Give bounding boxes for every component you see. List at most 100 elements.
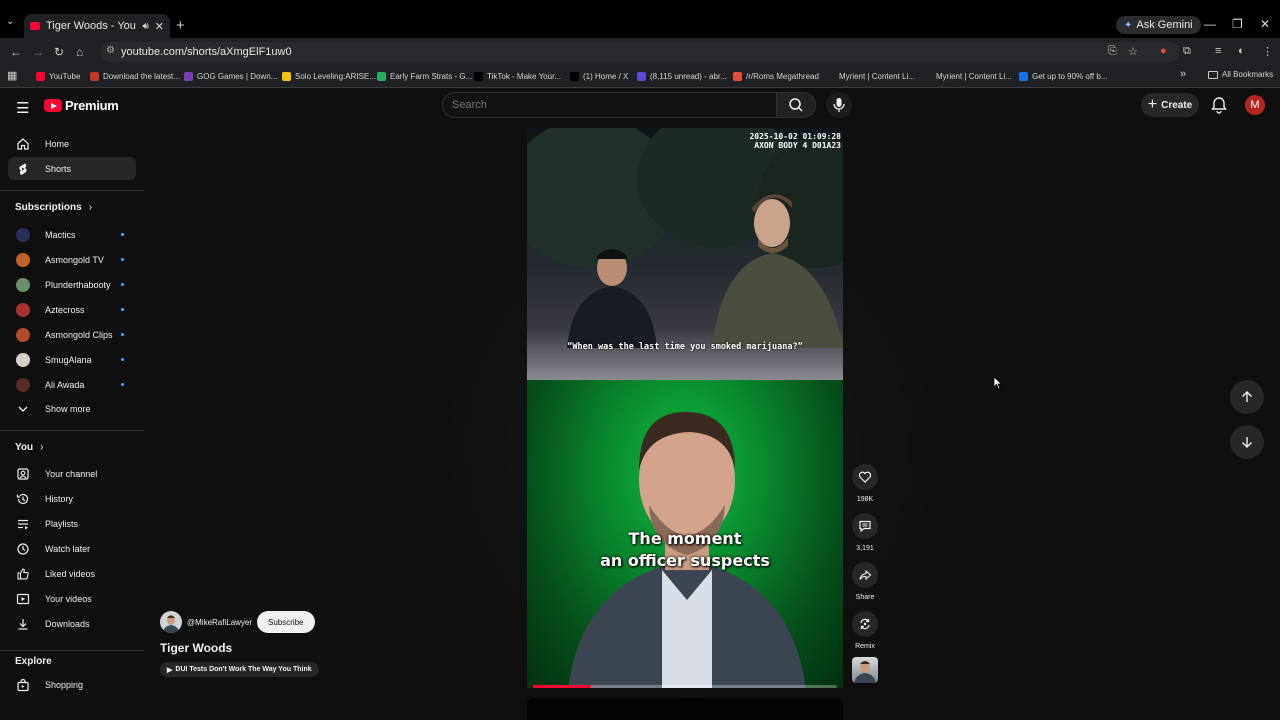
bookmark-item[interactable]: Download the latest...	[90, 69, 180, 83]
bookmark-favicon-icon	[923, 71, 932, 81]
subscriptions-header[interactable]: Subscriptions ›	[15, 202, 92, 213]
extensions-puzzle-icon[interactable]: ⧉	[1183, 45, 1191, 58]
all-bookmarks-label: All Bookmarks	[1222, 70, 1274, 79]
sidebar-item-your-videos[interactable]: Your videos	[8, 587, 136, 610]
bookmark-item[interactable]: /r/Roms Megathread	[733, 69, 819, 83]
sidebar-subscription-item[interactable]: Asmongold Clips	[8, 323, 136, 346]
sidebar-item-playlists[interactable]: Playlists	[8, 512, 136, 535]
close-tab-icon[interactable]: ✕	[155, 20, 164, 33]
short-video-player[interactable]: 2025-10-02 01:09:28 AXON BODY 4 D01A23 “…	[527, 128, 843, 688]
bookmark-item[interactable]: YouTube	[36, 69, 80, 83]
sidebar-item-liked-videos[interactable]: Liked videos	[8, 562, 136, 585]
sidebar-item-downloads[interactable]: Downloads	[8, 612, 136, 635]
ask-gemini-button[interactable]: ✦ Ask Gemini	[1116, 16, 1201, 34]
youtube-premium-logo[interactable]: Premium	[44, 98, 119, 113]
next-short-button[interactable]	[1230, 425, 1264, 459]
media-controls-icon[interactable]: ≡	[1215, 45, 1221, 57]
channel-avatar[interactable]	[160, 611, 182, 633]
new-tab-button[interactable]: +	[176, 17, 185, 34]
sidebar-item-home[interactable]: Home	[8, 132, 136, 155]
notifications-bell-icon[interactable]	[1209, 95, 1229, 120]
url-text[interactable]: youtube.com/shorts/aXmgElF1uw0	[121, 46, 292, 58]
bookmark-label: Solo Leveling:ARISE...	[295, 71, 376, 81]
tab-search-chevron-icon[interactable]: ⌄	[6, 16, 20, 32]
sidebar-subscription-item[interactable]: Mactics	[8, 223, 136, 246]
bookmark-item[interactable]: Get up to 90% off b...	[1019, 69, 1107, 83]
all-bookmarks-button[interactable]: All Bookmarks	[1208, 70, 1273, 79]
sidebar-item-label: Home	[45, 138, 70, 149]
channel-name[interactable]: @MikeRafiLawyer	[187, 618, 252, 627]
comments-action[interactable]: 3,191	[851, 513, 879, 552]
bookmark-item[interactable]: Solo Leveling:ARISE...	[282, 69, 376, 83]
previous-short-button[interactable]	[1230, 380, 1264, 414]
site-info-icon[interactable]: ⚙︎	[106, 45, 115, 56]
sound-thumbnail[interactable]	[852, 657, 878, 683]
share-action[interactable]: Share	[851, 562, 879, 601]
bookmark-item[interactable]: Myrient | Content Li...	[826, 69, 915, 83]
sidebar-item-shorts[interactable]: Shorts	[8, 157, 136, 180]
sidebar-item-shopping[interactable]: Shopping	[8, 673, 136, 696]
comments-button[interactable]	[852, 513, 878, 539]
close-window-icon[interactable]: ✕	[1260, 17, 1270, 31]
bookmark-item[interactable]: Early Farm Strats - G...	[377, 69, 472, 83]
sidebar-item-your-channel[interactable]: Your channel	[8, 462, 136, 485]
sidebar-subscription-item[interactable]: Asmongold TV	[8, 248, 136, 271]
remix-button[interactable]	[852, 611, 878, 637]
home-browser-icon[interactable]: ⌂	[76, 45, 83, 59]
sidebar-subscription-item[interactable]: Ali Awada	[8, 373, 136, 396]
new-content-dot	[121, 233, 124, 236]
back-icon[interactable]: ←	[10, 45, 22, 59]
bodycam-caption: “When was the last time you smoked marij…	[567, 342, 803, 352]
bookmark-star-icon[interactable]: ☆	[1128, 45, 1138, 58]
create-button[interactable]: + Create	[1141, 93, 1199, 117]
sidebar-item-watch-later[interactable]: Watch later	[8, 537, 136, 560]
account-avatar[interactable]: M	[1245, 95, 1265, 115]
related-video-pill[interactable]: ▶ DUI Tests Don't Work The Way You Think	[160, 662, 319, 677]
extension-red-icon[interactable]: ●	[1160, 45, 1167, 57]
profile-icon[interactable]: ◐	[1238, 45, 1245, 57]
sidebar-subscription-item[interactable]: Plunderthabooty	[8, 273, 136, 296]
bookmark-item[interactable]: Myrient | Content Li...	[923, 69, 1012, 83]
next-short-preview[interactable]	[527, 698, 843, 720]
remix-action[interactable]: Remix	[851, 611, 879, 650]
sidebar-item-label: Playlists	[45, 518, 79, 529]
maximize-window-icon[interactable]: ❐	[1232, 17, 1243, 31]
explore-header-label: Explore	[15, 656, 52, 667]
video-progress-bar[interactable]	[533, 685, 837, 688]
minimize-window-icon[interactable]: —	[1204, 17, 1216, 31]
sidebar-item-history[interactable]: History	[8, 487, 136, 510]
hamburger-menu-icon[interactable]: ☰	[16, 99, 29, 117]
bookmark-item[interactable]: GOG Games | Down...	[184, 69, 277, 83]
reload-icon[interactable]: ↻	[54, 45, 64, 59]
you-header[interactable]: You ›	[15, 442, 44, 453]
search-input[interactable]	[452, 99, 752, 111]
sidebar-subscription-item[interactable]: SmugAlana	[8, 348, 136, 371]
share-button[interactable]	[852, 562, 878, 588]
address-bar[interactable]: ⚙︎ youtube.com/shorts/aXmgElF1uw0 ⎘ ☆	[100, 42, 1180, 62]
new-content-dot	[121, 333, 124, 336]
show-more-button[interactable]: Show more	[8, 397, 136, 420]
subscribe-button[interactable]: Subscribe	[257, 611, 315, 633]
like-action[interactable]: 198K	[851, 464, 879, 503]
sidebar-item-label: Liked videos	[45, 568, 96, 579]
bookmark-item[interactable]: (8,115 unread) - abr...	[637, 69, 727, 83]
browser-tab-active[interactable]: Tiger Woods - YouTube 🔊︎ ✕	[24, 14, 170, 38]
subscription-label: SmugAlana	[45, 354, 92, 365]
new-content-dot	[121, 283, 124, 286]
channel-info: @MikeRafiLawyer Subscribe	[160, 611, 315, 633]
short-title[interactable]: Tiger Woods	[160, 641, 232, 655]
browser-menu-icon[interactable]: ⋮	[1262, 45, 1273, 58]
bookmark-favicon-icon	[377, 71, 386, 81]
bookmark-item[interactable]: TikTok - Make Your...	[474, 69, 561, 83]
apps-grid-icon[interactable]: ▦	[7, 69, 17, 82]
audio-playing-icon[interactable]: 🔊︎	[142, 21, 148, 32]
install-app-icon[interactable]: ⎘	[1108, 45, 1117, 58]
bookmark-item[interactable]: (1) Home / X	[570, 69, 628, 83]
forward-icon[interactable]: →	[32, 45, 44, 59]
like-button[interactable]	[852, 464, 878, 490]
voice-search-button[interactable]	[826, 92, 852, 118]
sidebar-subscription-item[interactable]: Aztecross	[8, 298, 136, 321]
more-bookmarks-icon[interactable]: »	[1180, 68, 1186, 80]
search-button[interactable]	[776, 92, 816, 118]
subscription-label: Mactics	[45, 229, 76, 240]
